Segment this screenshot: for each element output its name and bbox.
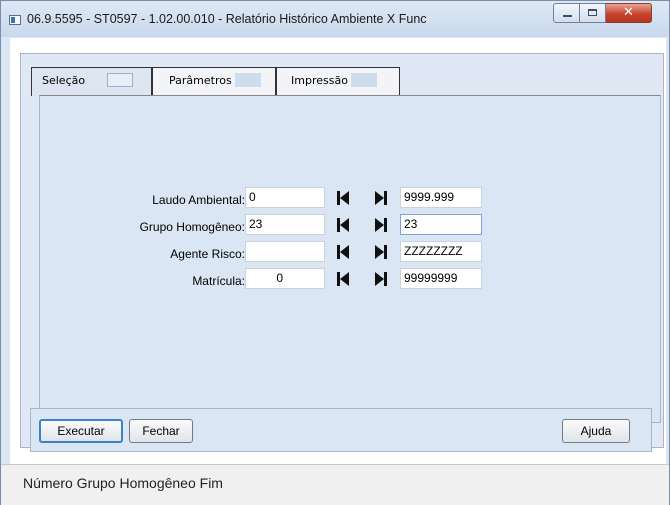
status-text: Número Grupo Homogêneo Fim — [23, 475, 223, 491]
last-record-icon[interactable] — [373, 243, 389, 261]
app-window: 06.9.5595 - ST0597 - 1.02.00.010 - Relat… — [0, 0, 670, 505]
close-button[interactable]: Fechar — [129, 419, 193, 443]
grupo-to-input[interactable]: 23 — [400, 214, 482, 235]
matricula-to-input[interactable]: 99999999 — [400, 268, 482, 289]
help-button[interactable]: Ajuda — [562, 419, 630, 443]
last-record-icon[interactable] — [373, 216, 389, 234]
button-bar: Executar Fechar Ajuda — [30, 408, 652, 452]
tab-impressao[interactable]: Impressão — [276, 67, 400, 95]
title-bar[interactable]: 06.9.5595 - ST0597 - 1.02.00.010 - Relat… — [1, 1, 669, 37]
window-title: 06.9.5595 - ST0597 - 1.02.00.010 - Relat… — [27, 12, 427, 26]
form-row-agente: Agente Risco: — [40, 243, 280, 265]
maximize-button[interactable] — [580, 3, 606, 23]
matricula-from-input[interactable]: 0 — [245, 268, 325, 289]
tab-impressao-indicator — [351, 73, 377, 87]
agente-label: Agente Risco: — [170, 247, 245, 261]
matricula-label: Matrícula: — [192, 274, 245, 288]
status-bar: Número Grupo Homogêneo Fim — [1, 464, 669, 505]
tab-selecao-indicator — [107, 73, 133, 87]
first-record-icon[interactable] — [335, 216, 351, 234]
agente-from-input[interactable] — [245, 241, 325, 262]
agente-to-input[interactable]: ZZZZZZZZ — [400, 241, 482, 262]
caption-buttons: ✕ — [553, 3, 652, 25]
form-row-grupo: Grupo Homogêneo: — [40, 216, 280, 238]
tab-parametros-indicator — [235, 73, 261, 87]
tab-selecao[interactable]: Seleção — [31, 67, 152, 96]
last-record-icon[interactable] — [373, 189, 389, 207]
minimize-button[interactable] — [553, 3, 580, 23]
close-window-button[interactable]: ✕ — [606, 3, 652, 23]
grupo-label: Grupo Homogêneo: — [139, 220, 245, 234]
tab-parametros[interactable]: Parâmetros — [152, 67, 276, 95]
first-record-icon[interactable] — [335, 189, 351, 207]
execute-button[interactable]: Executar — [39, 419, 123, 443]
form-row-laudo: Laudo Ambiental: — [40, 189, 280, 211]
first-record-icon[interactable] — [335, 243, 351, 261]
app-window-icon — [9, 15, 21, 25]
grupo-from-input[interactable]: 23 — [245, 214, 325, 235]
tab-parametros-label: Parâmetros — [169, 74, 232, 87]
close-icon: ✕ — [623, 5, 634, 20]
last-record-icon[interactable] — [373, 270, 389, 288]
laudo-label: Laudo Ambiental: — [152, 193, 245, 207]
tab-selecao-label: Seleção — [42, 74, 86, 87]
selection-panel: Laudo Ambiental: 0 9999.999 Grupo Homogê… — [39, 95, 661, 423]
tab-impressao-label: Impressão — [291, 74, 348, 87]
laudo-to-input[interactable]: 9999.999 — [400, 187, 482, 208]
laudo-from-input[interactable]: 0 — [245, 187, 325, 208]
first-record-icon[interactable] — [335, 270, 351, 288]
form-row-matricula: Matrícula: — [40, 270, 280, 292]
